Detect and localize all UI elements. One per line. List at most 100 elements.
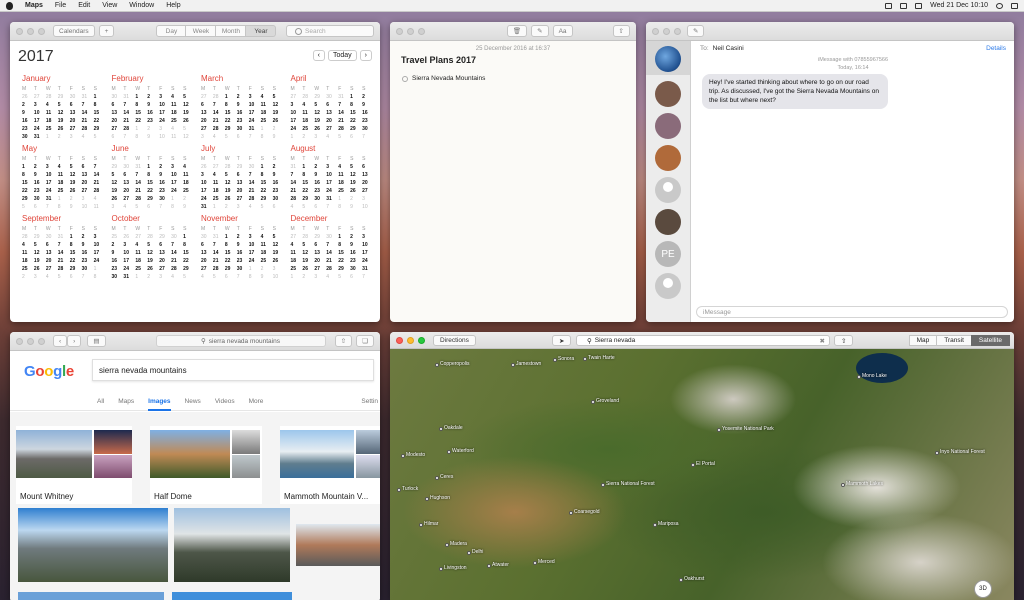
day-cell[interactable]: 10 <box>249 102 261 108</box>
day-cell[interactable]: 29 <box>338 266 350 272</box>
place-marker[interactable] <box>511 363 515 367</box>
day-cell[interactable]: 4 <box>183 164 195 170</box>
day-cell[interactable]: 25 <box>338 188 350 194</box>
day-cell[interactable]: 12 <box>273 102 285 108</box>
day-cell[interactable]: 20 <box>326 118 338 124</box>
day-cell[interactable]: 28 <box>94 188 106 194</box>
day-cell[interactable]: 8 <box>225 242 237 248</box>
day-cell[interactable]: 28 <box>326 266 338 272</box>
place-label[interactable]: Jamestown <box>516 361 541 367</box>
day-cell[interactable]: 3 <box>159 126 171 132</box>
day-cell[interactable]: 6 <box>237 134 249 140</box>
day-cell[interactable]: 27 <box>201 266 213 272</box>
month-name[interactable]: June <box>112 144 196 153</box>
menu-app-name[interactable]: Maps <box>25 2 43 9</box>
day-cell[interactable]: 22 <box>135 118 147 124</box>
day-cell[interactable]: 3 <box>273 266 285 272</box>
day-cell[interactable]: 30 <box>46 234 58 240</box>
day-cell[interactable]: 6 <box>201 242 213 248</box>
window-controls[interactable] <box>16 337 45 345</box>
day-cell[interactable]: 23 <box>237 118 249 124</box>
day-cell[interactable]: 29 <box>34 234 46 240</box>
day-cell[interactable]: 2 <box>314 164 326 170</box>
day-cell[interactable]: 31 <box>58 234 70 240</box>
view-week[interactable]: Week <box>186 25 217 37</box>
day-cell[interactable]: 19 <box>350 180 362 186</box>
day-cell[interactable]: 30 <box>273 196 285 202</box>
day-cell[interactable]: 10 <box>326 172 338 178</box>
day-cell[interactable]: 3 <box>82 196 94 202</box>
day-cell[interactable]: 16 <box>314 180 326 186</box>
google-search-input[interactable]: sierra nevada mountains <box>92 359 374 381</box>
day-cell[interactable]: 7 <box>326 242 338 248</box>
day-cell[interactable]: 19 <box>273 250 285 256</box>
day-cell[interactable]: 17 <box>34 118 46 124</box>
day-cell[interactable]: 5 <box>302 242 314 248</box>
place-marker[interactable] <box>553 358 557 362</box>
day-cell[interactable]: 21 <box>249 188 261 194</box>
battery-icon[interactable] <box>900 2 908 9</box>
place-marker[interactable] <box>569 511 573 515</box>
day-cell[interactable]: 24 <box>34 126 46 132</box>
day-cell[interactable]: 18 <box>338 180 350 186</box>
day-cell[interactable]: 27 <box>362 188 374 194</box>
day-cell[interactable]: 28 <box>22 234 34 240</box>
day-cell[interactable]: 19 <box>302 258 314 264</box>
day-cell[interactable]: 6 <box>147 204 159 210</box>
day-cell[interactable]: 1 <box>249 266 261 272</box>
day-cell[interactable]: 28 <box>338 126 350 132</box>
day-cell[interactable]: 17 <box>171 180 183 186</box>
day-cell[interactable]: 14 <box>291 180 303 186</box>
day-cell[interactable]: 23 <box>314 188 326 194</box>
day-cell[interactable]: 21 <box>213 258 225 264</box>
day-cell[interactable]: 31 <box>135 164 147 170</box>
day-cell[interactable]: 10 <box>171 172 183 178</box>
day-cell[interactable]: 1 <box>225 94 237 100</box>
place-label[interactable]: Mammoth Lakes <box>846 481 883 487</box>
day-cell[interactable]: 29 <box>225 266 237 272</box>
day-cell[interactable]: 2 <box>70 196 82 202</box>
today-button[interactable]: Today <box>327 50 357 61</box>
add-event-button[interactable]: + <box>98 25 115 37</box>
note-title[interactable]: Travel Plans 2017 <box>401 55 636 65</box>
day-cell[interactable]: 31 <box>338 94 350 100</box>
day-cell[interactable]: 4 <box>338 164 350 170</box>
day-cell[interactable]: 6 <box>314 204 326 210</box>
result-image[interactable] <box>94 455 132 478</box>
day-cell[interactable]: 8 <box>171 204 183 210</box>
day-cell[interactable]: 13 <box>326 110 338 116</box>
day-cell[interactable]: 3 <box>314 134 326 140</box>
day-cell[interactable]: 18 <box>22 258 34 264</box>
day-cell[interactable]: 29 <box>302 196 314 202</box>
mode-satellite[interactable]: Satellite <box>970 335 1010 346</box>
day-cell[interactable]: 12 <box>350 172 362 178</box>
day-cell[interactable]: 31 <box>326 196 338 202</box>
day-cell[interactable]: 23 <box>147 118 159 124</box>
day-cell[interactable]: 30 <box>326 94 338 100</box>
window-controls[interactable] <box>652 27 681 35</box>
result-image[interactable] <box>232 430 260 454</box>
day-cell[interactable]: 28 <box>135 196 147 202</box>
day-cell[interactable]: 4 <box>46 274 58 280</box>
day-cell[interactable]: 27 <box>123 196 135 202</box>
day-cell[interactable]: 29 <box>22 196 34 202</box>
day-cell[interactable]: 4 <box>291 204 303 210</box>
place-marker[interactable] <box>935 451 939 455</box>
result-image[interactable] <box>16 430 92 478</box>
day-cell[interactable]: 12 <box>183 102 195 108</box>
place-label[interactable]: Hilmar <box>424 521 438 527</box>
day-cell[interactable]: 11 <box>171 134 183 140</box>
day-cell[interactable]: 7 <box>249 172 261 178</box>
maps-search-input[interactable]: ⚲ Sierra nevada ✖ <box>576 335 830 346</box>
day-cell[interactable]: 11 <box>171 102 183 108</box>
day-cell[interactable]: 31 <box>213 234 225 240</box>
day-cell[interactable]: 1 <box>261 126 273 132</box>
day-cell[interactable]: 3 <box>112 204 124 210</box>
day-cell[interactable]: 30 <box>22 134 34 140</box>
day-cell[interactable]: 4 <box>171 126 183 132</box>
day-cell[interactable]: 25 <box>213 196 225 202</box>
day-cell[interactable]: 24 <box>159 118 171 124</box>
day-cell[interactable]: 7 <box>362 134 374 140</box>
day-cell[interactable]: 22 <box>261 188 273 194</box>
day-cell[interactable]: 2 <box>273 164 285 170</box>
